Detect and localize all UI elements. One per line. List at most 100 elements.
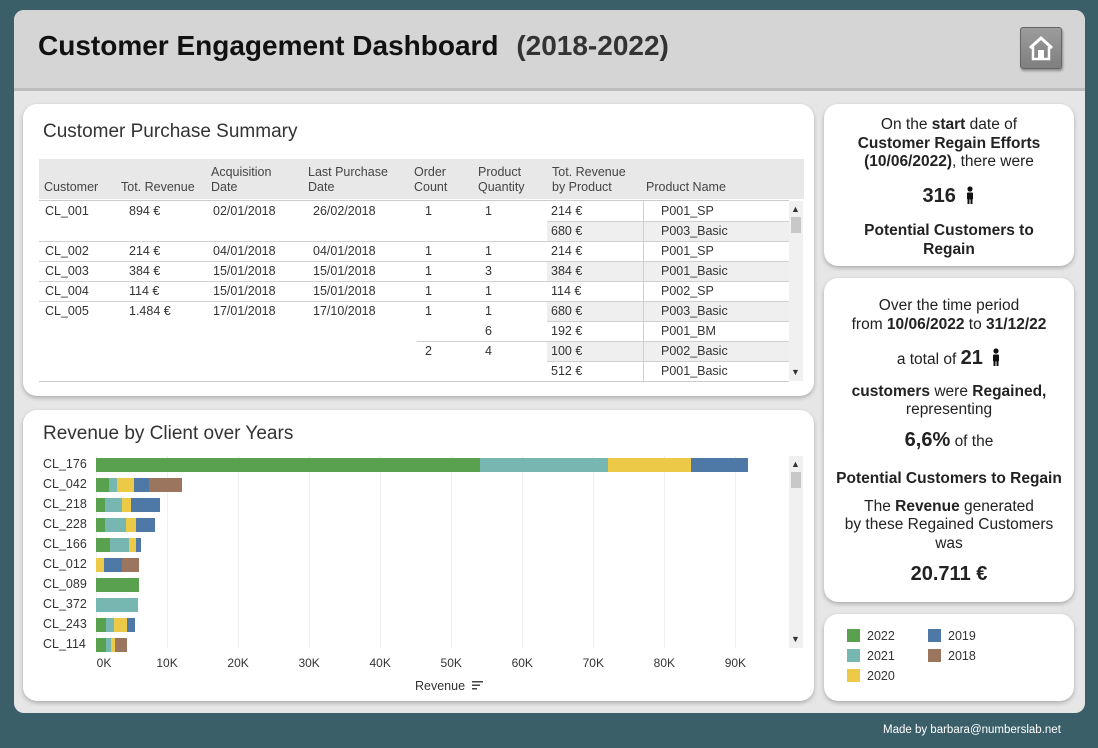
bar-CL_042-2021[interactable] xyxy=(109,478,118,492)
bar-CL_243-2019[interactable] xyxy=(126,618,136,632)
bar-CL_166-2019[interactable] xyxy=(136,538,141,552)
chart-scroll-down-icon[interactable]: ▼ xyxy=(791,634,800,644)
start-line3: (10/06/2022), there were xyxy=(824,152,1074,171)
bar-CL_042-2019[interactable] xyxy=(133,478,150,492)
scroll-up-icon[interactable]: ▲ xyxy=(791,204,800,214)
table-cell: CL_001 xyxy=(45,204,89,218)
legend-item-2020[interactable]: 2020 xyxy=(847,669,895,683)
period-pct-line: 6,6% of the xyxy=(824,430,1074,451)
bar-CL_042-2022[interactable] xyxy=(96,478,110,492)
purchase-summary-card: Customer Purchase Summary Customer Tot. … xyxy=(23,104,814,396)
row-divider xyxy=(417,341,789,342)
bar-CL_243-2021[interactable] xyxy=(105,618,115,632)
col-header-tot-revenue[interactable]: Tot. Revenue xyxy=(121,180,201,195)
potential-count: 316 xyxy=(824,186,1074,206)
bar-CL_218-2021[interactable] xyxy=(104,498,122,512)
bar-CL_218-2019[interactable] xyxy=(130,498,160,512)
bar-CL_176-2021[interactable] xyxy=(479,458,608,472)
home-button[interactable] xyxy=(1020,27,1062,69)
legend-item-2018[interactable]: 2018 xyxy=(928,649,976,663)
row-divider xyxy=(39,261,789,262)
table-body: CL_001 894 € 02/01/2018 26/02/2018 1 1 214 € P0… xyxy=(39,200,789,382)
table-cell: P001_Basic xyxy=(661,264,728,278)
chart-scroll-thumb[interactable] xyxy=(791,472,801,488)
scroll-down-icon[interactable]: ▼ xyxy=(791,367,800,377)
period-to-word: to xyxy=(964,316,987,333)
bar-CL_012-2019[interactable] xyxy=(103,558,122,572)
legend-swatch-2021 xyxy=(847,649,860,662)
period-customers-bold: customers xyxy=(851,383,931,400)
bar-CL_042-2018[interactable] xyxy=(149,478,182,492)
bar-CL_228-2022[interactable] xyxy=(96,518,105,532)
sort-icon[interactable] xyxy=(471,680,484,690)
y-tick-label: CL_228 xyxy=(43,517,87,531)
bar-CL_114-2018[interactable] xyxy=(115,638,128,652)
footer-credit[interactable]: Made by barbara@numberslab.net xyxy=(883,724,1061,736)
y-tick-label: CL_042 xyxy=(43,477,87,491)
period-total-pre: a total of xyxy=(896,351,961,368)
bar-CL_218-2020[interactable] xyxy=(121,498,131,512)
bar-CL_218-2022[interactable] xyxy=(96,498,105,512)
period-rev-bold: Revenue xyxy=(895,498,960,515)
regain-start-card: On the start date of Customer Regain Eff… xyxy=(824,104,1074,266)
bar-CL_012-2020[interactable] xyxy=(96,558,104,572)
col-header-order-count[interactable]: Order Count xyxy=(414,165,459,195)
bar-CL_012-2018[interactable] xyxy=(121,558,140,572)
table-cell: P002_SP xyxy=(661,284,714,298)
row-divider xyxy=(39,241,789,242)
legend-label-2021: 2021 xyxy=(867,649,895,663)
col-header-customer[interactable]: Customer xyxy=(44,180,114,195)
col-header-last-purchase-date[interactable]: Last Purchase Date xyxy=(308,165,398,195)
col-header-product-name[interactable]: Product Name xyxy=(646,180,736,195)
period-representing: representing xyxy=(905,401,993,418)
period-total: a total of 21 xyxy=(824,348,1074,369)
period-rev-line3: was xyxy=(935,535,963,552)
x-gridline xyxy=(380,456,382,648)
table-cell: 15/01/2018 xyxy=(313,264,376,278)
x-axis-label[interactable]: Revenue xyxy=(415,679,484,693)
bar-CL_228-2020[interactable] xyxy=(125,518,137,532)
dashboard-header: Customer Engagement Dashboard (2018-2022… xyxy=(14,10,1085,91)
table-cell: CL_002 xyxy=(45,244,89,258)
title-years: (2018-2022) xyxy=(516,30,669,61)
y-tick-label: CL_166 xyxy=(43,537,87,551)
chart-scroll-up-icon[interactable]: ▲ xyxy=(791,459,800,469)
table-cell: 15/01/2018 xyxy=(313,284,376,298)
chart-scrollbar[interactable]: ▲ ▼ xyxy=(789,456,803,648)
col-header-product-quantity[interactable]: Product Quantity xyxy=(478,165,538,195)
x-gridline xyxy=(735,456,737,648)
potential-count-value: 316 xyxy=(922,185,956,207)
legend-item-2022[interactable]: 2022 xyxy=(847,629,895,643)
col-header-tot-revenue-by-product[interactable]: Tot. Revenue by Product xyxy=(552,165,637,195)
legend-swatch-2020 xyxy=(847,669,860,682)
bar-CL_372-2021[interactable] xyxy=(96,598,138,612)
bar-CL_176-2022[interactable] xyxy=(96,458,480,472)
bar-CL_114-2022[interactable] xyxy=(96,638,106,652)
bar-CL_176-2019[interactable] xyxy=(690,458,749,472)
table-cell: 4 xyxy=(485,344,492,358)
bar-CL_166-2020[interactable] xyxy=(129,538,137,552)
table-cell: P001_BM xyxy=(661,324,716,338)
legend-item-2019[interactable]: 2019 xyxy=(928,629,976,643)
bar-CL_243-2022[interactable] xyxy=(96,618,106,632)
bar-CL_228-2019[interactable] xyxy=(136,518,155,532)
table-cell: CL_004 xyxy=(45,284,89,298)
bar-CL_089-2022[interactable] xyxy=(96,578,140,592)
bar-CL_243-2020[interactable] xyxy=(114,618,127,632)
legend-item-2021[interactable]: 2021 xyxy=(847,649,895,663)
table-cell: 15/01/2018 xyxy=(213,284,276,298)
purchase-summary-title: Customer Purchase Summary xyxy=(43,121,298,142)
table-cell: P001_SP xyxy=(661,244,714,258)
table-cell: 17/01/2018 xyxy=(213,304,276,318)
bar-CL_228-2021[interactable] xyxy=(104,518,126,532)
bar-CL_176-2020[interactable] xyxy=(607,458,691,472)
bar-CL_166-2022[interactable] xyxy=(96,538,111,552)
table-cell: 1 xyxy=(485,284,492,298)
table-scroll-thumb[interactable] xyxy=(791,217,801,233)
y-tick-label: CL_372 xyxy=(43,597,87,611)
bar-CL_166-2021[interactable] xyxy=(110,538,130,552)
table-scrollbar[interactable]: ▲ ▼ xyxy=(789,201,803,381)
bar-CL_042-2020[interactable] xyxy=(117,478,134,492)
period-rev-pre: The xyxy=(864,498,896,515)
col-header-acquisition-date[interactable]: Acquisition Date xyxy=(211,165,291,195)
